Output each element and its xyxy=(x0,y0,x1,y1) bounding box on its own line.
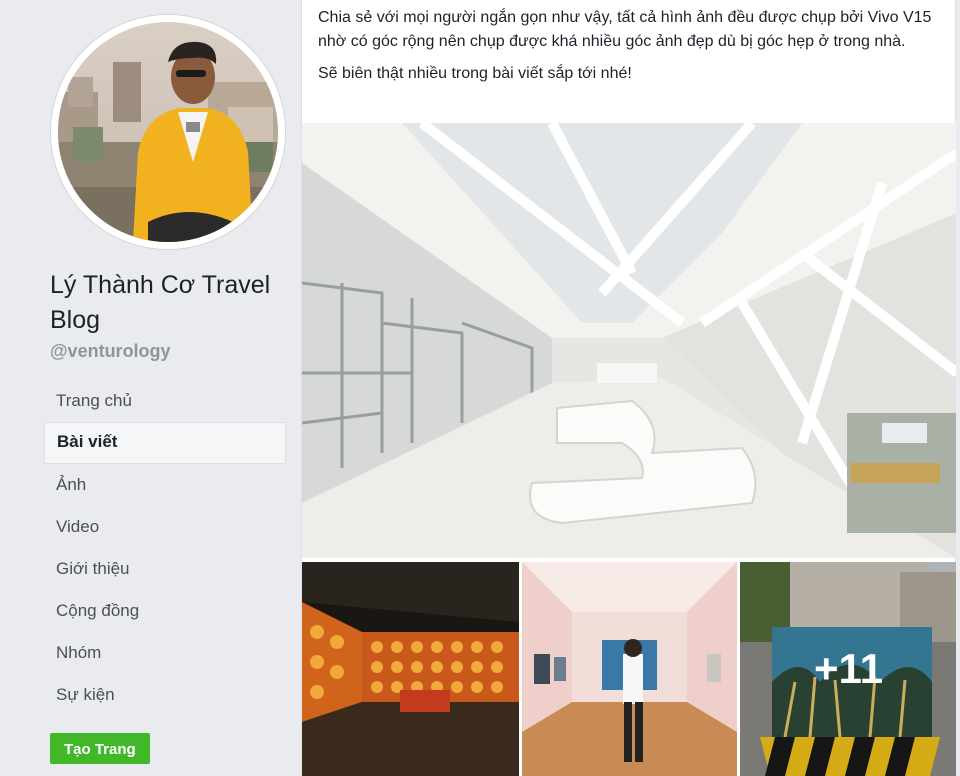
nav-item-about[interactable]: Giới thiệu xyxy=(44,548,286,590)
create-page-button[interactable]: Tạo Trang xyxy=(50,733,150,764)
nav-item-videos[interactable]: Video xyxy=(44,506,286,548)
left-sidebar: Lý Thành Cơ Travel Blog @venturology Tra… xyxy=(0,0,300,776)
gallery-photo xyxy=(522,562,737,776)
post-photo-main[interactable] xyxy=(302,123,957,558)
avatar-photo xyxy=(58,22,278,242)
nav-item-home[interactable]: Trang chủ xyxy=(44,380,286,422)
page-navigation: Trang chủ Bài viết Ảnh Video Giới thiệu … xyxy=(44,380,286,716)
nav-item-community[interactable]: Cộng đồng xyxy=(44,590,286,632)
nav-item-groups[interactable]: Nhóm xyxy=(44,632,286,674)
profile-picture[interactable] xyxy=(51,15,285,249)
nav-item-posts[interactable]: Bài viết xyxy=(44,422,286,464)
post-card: Chia sẻ với mọi người ngắn gọn như vậy, … xyxy=(301,0,957,776)
more-photos-count[interactable]: +11 xyxy=(740,562,957,776)
page-edge xyxy=(956,0,960,776)
page-username[interactable]: @venturology xyxy=(50,341,171,362)
corridor-photo xyxy=(302,123,957,558)
nav-item-photos[interactable]: Ảnh xyxy=(44,464,286,506)
avatar[interactable] xyxy=(58,22,278,242)
post-photo-thumb-more[interactable]: +11 xyxy=(740,562,957,776)
page-title[interactable]: Lý Thành Cơ Travel Blog xyxy=(50,268,295,338)
post-photo-thumb[interactable] xyxy=(522,562,737,776)
post-paragraph: Sẽ biên thật nhiều trong bài viết sắp tớ… xyxy=(318,65,632,82)
post-body: Chia sẻ với mọi người ngắn gọn như vậy, … xyxy=(302,0,955,86)
post-paragraph: Chia sẻ với mọi người ngắn gọn như vậy, … xyxy=(318,9,932,50)
nav-item-events[interactable]: Sự kiện xyxy=(44,674,286,716)
orange-room-photo xyxy=(302,562,519,776)
post-photo-thumb[interactable] xyxy=(302,562,519,776)
